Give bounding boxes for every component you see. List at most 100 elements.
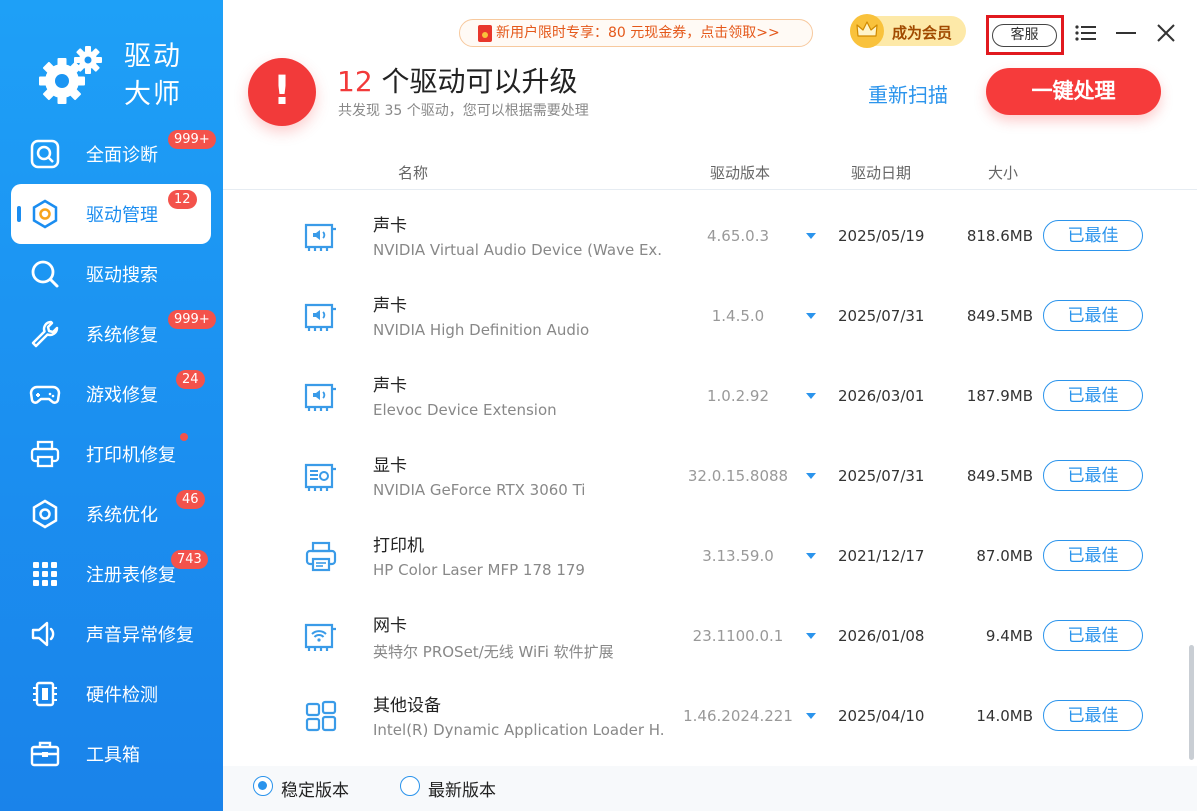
alert-icon: ! — [248, 58, 316, 126]
version-dropdown-caret-icon[interactable] — [806, 553, 816, 559]
sidebar-item-label: 打印机修复 — [86, 445, 176, 466]
count-badge: 46 — [176, 490, 205, 509]
sidebar-item-label: 声音异常修复 — [86, 625, 194, 646]
count-badge: 999+ — [168, 130, 216, 149]
version-dropdown-caret-icon[interactable] — [806, 633, 816, 639]
sidebar-item-game-repair[interactable]: 游戏修复 24 — [11, 364, 211, 424]
driver-category: 其他设备 — [373, 696, 441, 716]
active-indicator — [17, 206, 21, 222]
sidebar-item-label: 注册表修复 — [86, 565, 176, 586]
table-header: 名称 驱动版本 驱动日期 大小 — [223, 150, 1197, 190]
sidebar-item-printer-repair[interactable]: 打印机修复 — [11, 424, 211, 484]
gears-logo-icon — [39, 46, 102, 104]
other-devices-icon — [305, 700, 337, 732]
sound-card-icon — [304, 223, 336, 251]
promo-banner[interactable]: 新用户限时专享：80 元现金券，点击领取>> — [459, 19, 813, 47]
sidebar-item-label: 驱动管理 — [86, 205, 158, 226]
sidebar-item-label: 全面诊断 — [86, 145, 158, 166]
latest-version-radio[interactable] — [400, 776, 420, 796]
driver-category: 声卡 — [373, 216, 407, 236]
driver-version: 23.1100.0.1 — [692, 627, 784, 645]
upgrade-count: 12 — [337, 65, 373, 98]
sidebar-item-registry-repair[interactable]: 注册表修复 743 — [11, 544, 211, 604]
app-title-line2: 大师 — [124, 79, 182, 110]
driver-version: 1.46.2024.221 — [683, 707, 793, 725]
driver-date: 2021/12/17 — [838, 547, 925, 565]
close-icon[interactable] — [1153, 20, 1179, 46]
driver-date: 2025/05/19 — [838, 227, 925, 245]
summary-title-text: 个驱动可以升级 — [372, 65, 578, 98]
driver-date: 2026/01/08 — [838, 627, 925, 645]
status-button[interactable]: 已最佳 — [1043, 300, 1143, 331]
sidebar-item-full-diagnosis[interactable]: 全面诊断 999+ — [11, 124, 216, 184]
red-envelope-icon — [478, 25, 492, 42]
driver-row[interactable]: 声卡 NVIDIA Virtual Audio Device (Wave Ex.… — [223, 197, 1183, 277]
sidebar-item-toolbox[interactable]: 工具箱 — [11, 724, 211, 784]
driver-name: NVIDIA Virtual Audio Device (Wave Ex... — [373, 241, 663, 259]
version-dropdown-caret-icon[interactable] — [806, 393, 816, 399]
column-name: 名称 — [398, 164, 429, 182]
vip-button[interactable]: 成为会员 — [850, 14, 966, 48]
status-button[interactable]: 已最佳 — [1043, 460, 1143, 491]
driver-version: 32.0.15.8088 — [687, 467, 789, 485]
version-dropdown-caret-icon[interactable] — [806, 233, 816, 239]
customer-service-button[interactable]: 客服 — [992, 24, 1057, 47]
menu-icon[interactable] — [1073, 20, 1099, 46]
sidebar-item-label: 系统修复 — [86, 325, 158, 346]
driver-category: 声卡 — [373, 296, 407, 316]
driver-row[interactable]: 网卡 英特尔 PROSet/无线 WiFi 软件扩展 23.1100.0.1 2… — [223, 597, 1183, 677]
sidebar-item-driver-search[interactable]: 驱动搜索 — [11, 244, 211, 304]
status-button[interactable]: 已最佳 — [1043, 620, 1143, 651]
crown-icon — [850, 14, 884, 48]
sidebar-item-driver-manage[interactable]: 驱动管理 12 — [11, 184, 211, 244]
sidebar-item-system-repair[interactable]: 系统修复 999+ — [11, 304, 216, 364]
driver-row[interactable]: 显卡 NVIDIA GeForce RTX 3060 Ti 32.0.15.80… — [223, 437, 1183, 517]
driver-row[interactable]: 其他设备 Intel(R) Dynamic Application Loader… — [223, 677, 1183, 757]
summary-title: 12 个驱动可以升级 — [337, 60, 578, 100]
driver-name: HP Color Laser MFP 178 179 — [373, 561, 585, 579]
column-version: 驱动版本 — [710, 164, 771, 182]
count-badge: 743 — [171, 550, 208, 569]
scrollbar[interactable] — [1189, 645, 1194, 760]
driver-size: 849.5MB — [966, 307, 1033, 325]
sidebar-item-system-optimize[interactable]: 系统优化 46 — [11, 484, 211, 544]
sidebar-item-sound-repair[interactable]: 声音异常修复 — [11, 604, 211, 664]
status-button[interactable]: 已最佳 — [1043, 220, 1143, 251]
driver-size: 87.0MB — [976, 547, 1033, 565]
driver-row[interactable]: 打印机 HP Color Laser MFP 178 179 3.13.59.0… — [223, 517, 1183, 597]
speaker-icon — [31, 621, 55, 647]
stable-version-label[interactable]: 稳定版本 — [281, 776, 349, 801]
one-click-process-button[interactable]: 一键处理 — [986, 68, 1161, 115]
vip-label: 成为会员 — [892, 24, 953, 42]
sidebar-item-hardware-detect[interactable]: 硬件检测 — [11, 664, 211, 724]
driver-row[interactable]: 声卡 NVIDIA High Definition Audio 1.4.5.0 … — [223, 277, 1183, 357]
driver-date: 2025/07/31 — [838, 467, 925, 485]
count-badge: 999+ — [168, 310, 216, 329]
version-dropdown-caret-icon[interactable] — [806, 713, 816, 719]
status-button[interactable]: 已最佳 — [1043, 540, 1143, 571]
registry-grid-icon — [33, 562, 57, 586]
sidebar-item-label: 驱动搜索 — [86, 265, 158, 286]
driver-date: 2025/07/31 — [838, 307, 925, 325]
count-badge: 12 — [168, 190, 197, 209]
driver-size: 9.4MB — [985, 627, 1033, 645]
version-dropdown-caret-icon[interactable] — [806, 313, 816, 319]
driver-name: NVIDIA High Definition Audio — [373, 321, 590, 339]
latest-version-label[interactable]: 最新版本 — [428, 776, 496, 801]
version-mode-footer: 稳定版本 最新版本 — [223, 766, 1197, 811]
driver-row[interactable]: 声卡 Elevoc Device Extension 1.0.2.92 2026… — [223, 357, 1183, 437]
sidebar-item-label: 游戏修复 — [86, 385, 158, 406]
driver-version: 1.0.2.92 — [706, 387, 770, 405]
minimize-icon[interactable] — [1113, 20, 1139, 46]
status-button[interactable]: 已最佳 — [1043, 380, 1143, 411]
stable-version-radio[interactable] — [253, 776, 273, 796]
toolbox-icon — [30, 741, 60, 767]
version-dropdown-caret-icon[interactable] — [806, 473, 816, 479]
status-button[interactable]: 已最佳 — [1043, 700, 1143, 731]
driver-name: 英特尔 PROSet/无线 WiFi 软件扩展 — [373, 643, 614, 661]
graphics-card-icon — [304, 463, 336, 491]
driver-name: Elevoc Device Extension — [373, 401, 557, 419]
rescan-link[interactable]: 重新扫描 — [868, 79, 948, 108]
driver-category: 网卡 — [373, 616, 407, 636]
driver-version: 1.4.5.0 — [711, 307, 765, 325]
